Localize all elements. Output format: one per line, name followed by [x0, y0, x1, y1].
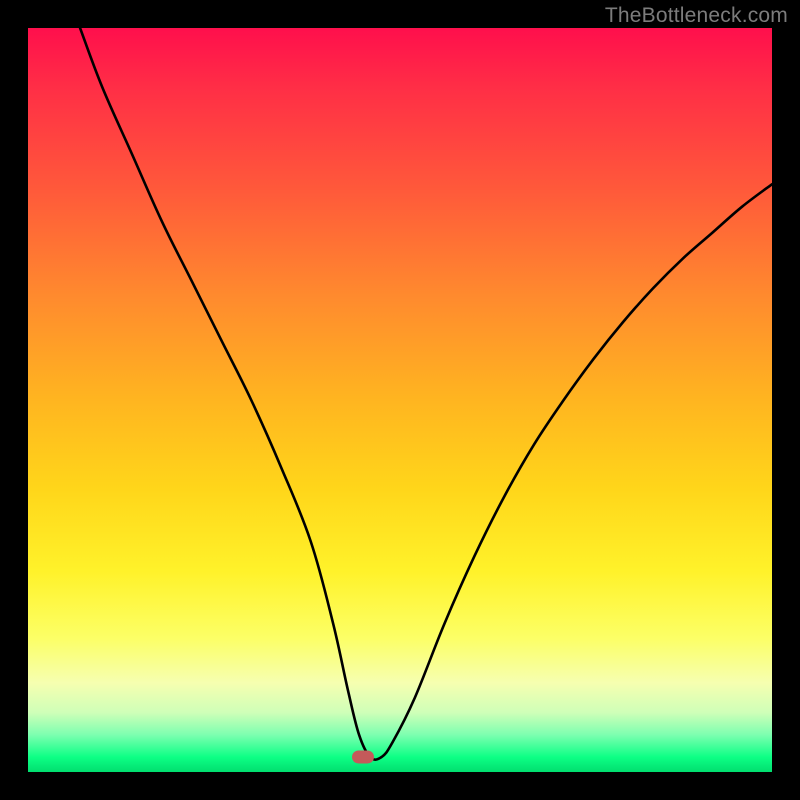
- watermark-text: TheBottleneck.com: [605, 4, 788, 28]
- minimum-marker: [352, 751, 374, 764]
- bottleneck-curve: [80, 28, 772, 760]
- plot-area: [28, 28, 772, 772]
- chart-frame: TheBottleneck.com: [0, 0, 800, 800]
- curve-layer: [28, 28, 772, 772]
